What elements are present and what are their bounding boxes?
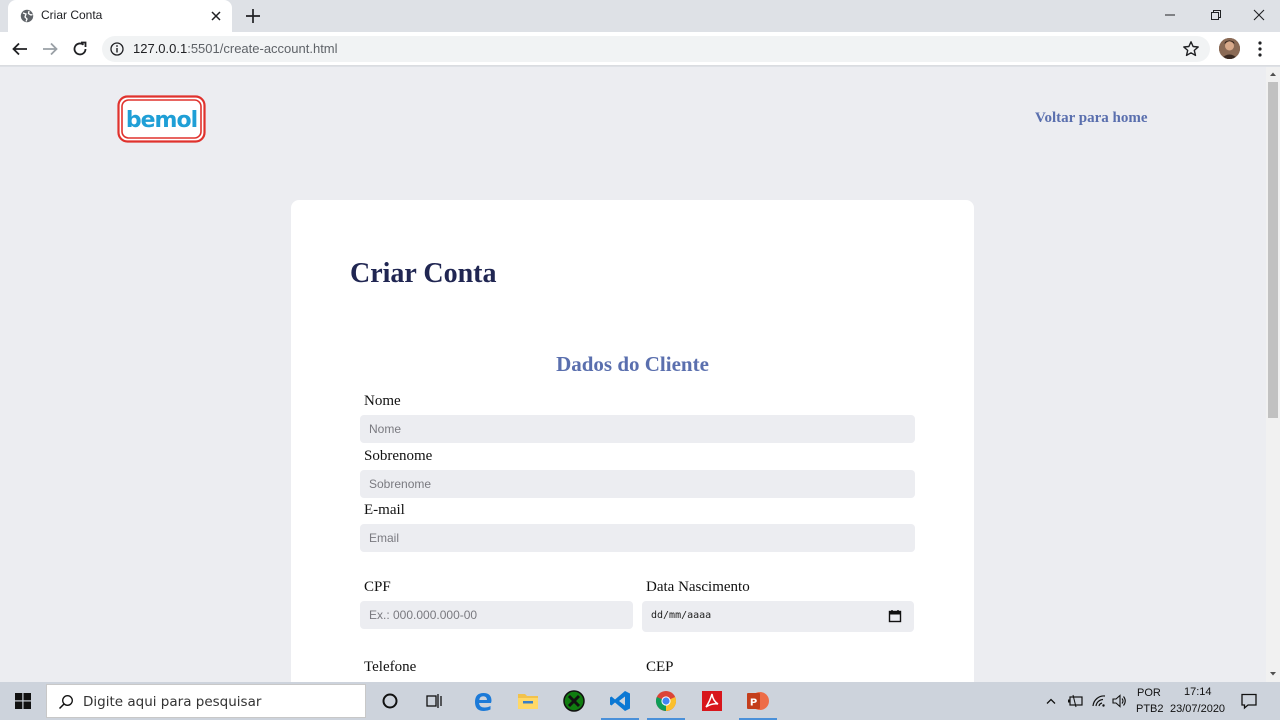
clock-date[interactable]: 23/07/2020 [1170, 703, 1225, 715]
vscode-app[interactable] [597, 682, 643, 720]
close-window-button[interactable] [1236, 0, 1280, 30]
windows-logo-icon [14, 693, 31, 709]
create-account-card: Criar Conta Dados do Cliente Nome Sobren… [291, 200, 974, 682]
data-nascimento-label: Data Nascimento [646, 579, 750, 595]
folder-icon [518, 694, 538, 709]
globe-icon [20, 9, 34, 23]
acrobat-icon [702, 691, 722, 711]
bemol-logo[interactable]: bemol [117, 95, 206, 143]
minimize-icon [1165, 14, 1175, 16]
info-icon[interactable] [110, 42, 124, 56]
avatar-image [1219, 38, 1240, 59]
new-tab-icon[interactable] [244, 7, 262, 25]
nome-input[interactable] [360, 415, 915, 443]
tab-title: Criar Conta [41, 8, 103, 22]
chrome-app[interactable] [643, 682, 689, 720]
clock-time[interactable]: 17:14 [1184, 686, 1212, 698]
close-tab-icon[interactable] [209, 9, 223, 23]
keyboard-layout[interactable]: PTB2 [1136, 703, 1164, 715]
page-viewport: bemol Voltar para home Criar Conta Dados… [0, 67, 1266, 682]
sobrenome-label: Sobrenome [364, 448, 433, 464]
xbox-icon [563, 690, 585, 712]
powerpoint-app[interactable]: P [735, 682, 781, 720]
browser-tab[interactable]: Criar Conta [8, 0, 232, 32]
back-to-home-link[interactable]: Voltar para home [1035, 110, 1148, 127]
more-menu-icon[interactable] [1252, 40, 1268, 58]
url-path: :5501/create-account.html [187, 41, 338, 56]
wifi-icon[interactable] [1091, 693, 1107, 709]
search-icon [58, 695, 73, 710]
chrome-icon [655, 691, 677, 712]
edge-app[interactable] [460, 682, 506, 720]
vscode-icon [610, 691, 630, 711]
cpf-input[interactable] [360, 601, 633, 629]
battery-icon[interactable] [1067, 694, 1083, 708]
show-hidden-icons-icon[interactable] [1045, 695, 1057, 707]
cortana-button[interactable] [367, 682, 413, 720]
restore-icon [1211, 10, 1221, 20]
cpf-label: CPF [364, 579, 391, 595]
nome-label: Nome [364, 393, 401, 409]
profile-avatar[interactable] [1219, 38, 1240, 59]
powerpoint-icon: P [747, 692, 769, 710]
svg-text:P: P [750, 698, 757, 709]
date-placeholder: dd/mm/aaaa [651, 610, 712, 621]
bookmark-star-icon[interactable] [1182, 40, 1200, 58]
scroll-down-arrow-icon[interactable] [1266, 667, 1280, 681]
forward-arrow-icon[interactable] [41, 40, 59, 58]
minimize-window-button[interactable] [1147, 0, 1193, 30]
address-bar[interactable]: 127.0.0.1:5501/create-account.html [102, 36, 1210, 62]
page-title: Criar Conta [350, 258, 497, 289]
taskbar-search[interactable]: Digite aqui para pesquisar [46, 684, 366, 718]
task-view-icon [426, 694, 442, 708]
telefone-label: Telefone [364, 659, 417, 675]
back-arrow-icon[interactable] [11, 40, 29, 58]
email-input[interactable] [360, 524, 915, 552]
reload-icon[interactable] [71, 40, 89, 58]
acrobat-app[interactable] [689, 682, 735, 720]
volume-icon[interactable] [1111, 693, 1127, 709]
scroll-up-arrow-icon[interactable] [1266, 67, 1280, 81]
url-text: 127.0.0.1:5501/create-account.html [133, 41, 338, 56]
input-language[interactable]: POR [1137, 687, 1161, 699]
file-explorer-app[interactable] [505, 682, 551, 720]
windows-taskbar: Digite aqui para pesquisar P POR PTB2 17… [0, 682, 1280, 720]
calendar-icon[interactable] [888, 609, 902, 623]
browser-toolbar: 127.0.0.1:5501/create-account.html [0, 32, 1280, 66]
sobrenome-input[interactable] [360, 470, 915, 498]
edge-icon [475, 693, 492, 711]
start-button[interactable] [0, 682, 45, 720]
close-icon [1253, 9, 1265, 21]
url-host: 127.0.0.1 [133, 41, 188, 56]
restore-window-button[interactable] [1193, 0, 1239, 30]
data-nascimento-input[interactable]: dd/mm/aaaa [642, 601, 914, 632]
notifications-icon[interactable] [1240, 692, 1258, 710]
cortana-circle-icon [382, 693, 398, 709]
tab-strip: Criar Conta [0, 0, 1280, 32]
scrollbar-thumb[interactable] [1268, 82, 1278, 418]
xbox-app[interactable] [551, 682, 597, 720]
cep-label: CEP [646, 659, 674, 675]
svg-text:bemol: bemol [126, 108, 197, 133]
task-view-button[interactable] [411, 682, 457, 720]
email-label: E-mail [364, 502, 405, 518]
search-placeholder: Digite aqui para pesquisar [83, 694, 262, 710]
section-title: Dados do Cliente [556, 352, 709, 376]
page-scrollbar[interactable] [1266, 67, 1280, 682]
